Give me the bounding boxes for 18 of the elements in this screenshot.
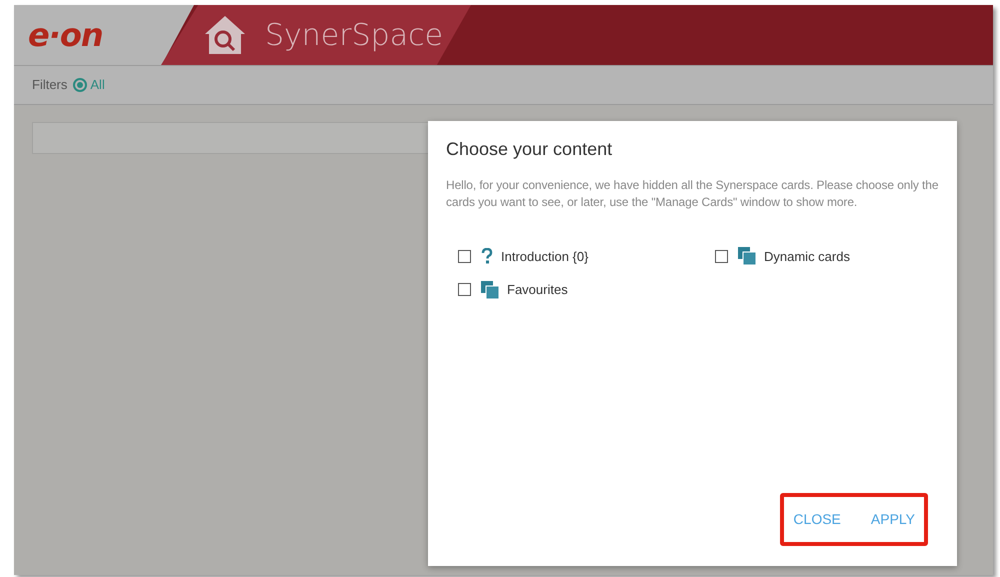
checkbox[interactable] [715,250,728,263]
checkbox[interactable] [458,250,471,263]
app-title: SynerSpace [265,18,444,52]
card-label: Introduction {0} [501,248,588,266]
card-label: Favourites [507,281,568,300]
home-search-icon [203,14,247,56]
dialog-message: Hello, for your convenience, we have hidden all the Synerspace cards. Please choose only the cards you want to see, or later, use the "Manage Cards" window to show more. [446,176,939,211]
question-icon [481,248,493,264]
cards-icon [481,280,499,299]
logo: e·on [28,19,103,51]
filters-label: Filters [32,76,68,94]
filter-option[interactable]: All [73,75,105,95]
checkbox[interactable] [458,283,471,296]
card-label: Dynamic cards [764,248,850,266]
dialog-button[interactable]: CLOSE [793,509,841,530]
dialog-title: Choose your content [446,139,614,161]
cards-icon [738,247,756,266]
dialog-button[interactable]: APPLY [870,509,915,530]
